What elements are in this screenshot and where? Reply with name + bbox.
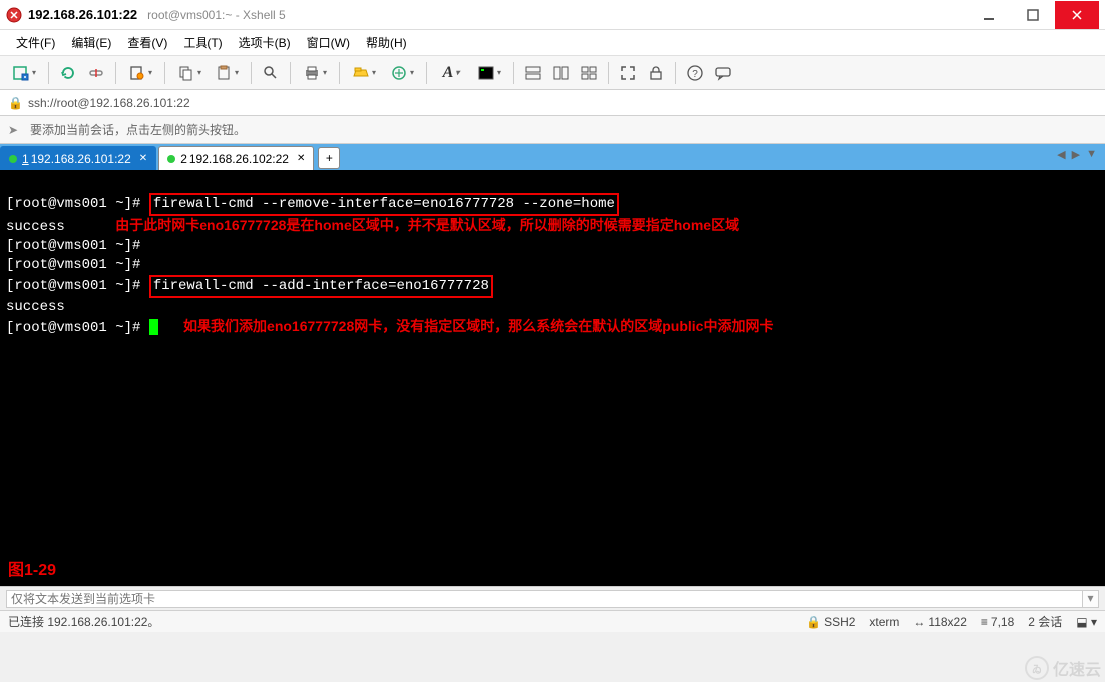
copy-button[interactable]: ▾ (171, 60, 207, 86)
address-bar[interactable]: 🔒 ssh://root@192.168.26.101:22 (0, 90, 1105, 116)
watermark-text: 亿速云 (1053, 656, 1101, 680)
menu-bar: 文件(F) 编辑(E) 查看(V) 工具(T) 选项卡(B) 窗口(W) 帮助(… (0, 30, 1105, 56)
tab-close-icon[interactable]: ✕ (297, 153, 305, 164)
command-highlight-box: firewall-cmd --remove-interface=eno16777… (149, 193, 619, 216)
print-button[interactable]: ▾ (297, 60, 333, 86)
script-button[interactable]: ▾ (384, 60, 420, 86)
color-scheme-button[interactable]: ▾ (471, 60, 507, 86)
prompt: [root@vms001 ~]# (6, 320, 140, 336)
tab-next-icon[interactable]: ▶ (1070, 148, 1082, 161)
watermark-icon: ゐ (1025, 656, 1049, 680)
status-dot-icon (167, 155, 175, 163)
toolbar-separator (251, 62, 252, 84)
lock-button[interactable] (643, 60, 669, 86)
session-tab-1[interactable]: 1 192.168.26.101:22 ✕ (0, 146, 156, 170)
reconnect-button[interactable] (55, 60, 81, 86)
maximize-button[interactable] (1011, 1, 1055, 29)
send-bar: ▾ (0, 586, 1105, 610)
tab-close-icon[interactable]: ✕ (139, 153, 147, 164)
properties-button[interactable]: ▾ (122, 60, 158, 86)
prompt: [root@vms001 ~]# (6, 278, 140, 294)
terminal-pane[interactable]: [root@vms001 ~]# firewall-cmd --remove-i… (0, 170, 1105, 586)
toolbar-separator (290, 62, 291, 84)
tab-bar: 1 192.168.26.101:22 ✕ 2 192.168.26.102:2… (0, 144, 1105, 170)
tab-list-icon[interactable]: ▼ (1084, 148, 1099, 161)
tab-number: 2 (180, 152, 187, 166)
menu-file[interactable]: 文件(F) (8, 34, 63, 51)
menu-help[interactable]: 帮助(H) (358, 34, 415, 51)
title-app: root@vms001:~ - Xshell 5 (147, 8, 286, 22)
status-cursor-pos: ≡7,18 (981, 615, 1014, 629)
status-size: ↔118x22 (913, 615, 966, 629)
status-dot-icon (9, 155, 17, 163)
address-url: ssh://root@192.168.26.101:22 (28, 96, 190, 110)
tile-vertical-button[interactable] (548, 60, 574, 86)
annotation-text: 如果我们添加eno16777728网卡，没有指定区域时，那么系统会在默认的区域p… (183, 318, 773, 334)
status-sessions: 2 会话 (1028, 613, 1062, 630)
feedback-button[interactable] (710, 60, 736, 86)
status-extra[interactable]: ⬓ ▾ (1076, 615, 1097, 629)
add-session-arrow-button[interactable]: ➤ (8, 123, 24, 137)
watermark: ゐ 亿速云 (1025, 656, 1101, 680)
add-tab-button[interactable]: + (318, 147, 340, 169)
tab-label: 192.168.26.102:22 (189, 152, 289, 166)
prompt: [root@vms001 ~]# (6, 257, 140, 273)
tab-prev-icon[interactable]: ◀ (1055, 148, 1067, 161)
tab-number: 1 (22, 152, 29, 166)
svg-text:?: ? (692, 69, 698, 80)
window-titlebar: 192.168.26.101:22 root@vms001:~ - Xshell… (0, 0, 1105, 30)
toolbar-separator (115, 62, 116, 84)
toolbar-separator (675, 62, 676, 84)
lock-icon: 🔒 (8, 96, 22, 110)
toolbar: ▾ ▾ ▾ ▾ ▾ ▾ ▾ A▾ ▾ ? (0, 56, 1105, 90)
terminal-output: success (6, 299, 65, 315)
position-icon: ≡ (981, 615, 988, 629)
session-tab-2[interactable]: 2 192.168.26.102:22 ✕ (158, 146, 314, 170)
app-icon (6, 7, 22, 23)
info-bar: ➤ 要添加当前会话，点击左侧的箭头按钮。 (0, 116, 1105, 144)
tile-horizontal-button[interactable] (520, 60, 546, 86)
send-input[interactable] (6, 590, 1083, 608)
terminal-output: success (6, 219, 65, 235)
tile-grid-button[interactable] (576, 60, 602, 86)
menu-window[interactable]: 窗口(W) (299, 34, 358, 51)
menu-view[interactable]: 查看(V) (119, 34, 175, 51)
paste-button[interactable]: ▾ (209, 60, 245, 86)
close-button[interactable] (1055, 1, 1099, 29)
tab-nav: ◀ ▶ ▼ (1055, 148, 1099, 161)
font-button[interactable]: A▾ (433, 60, 469, 86)
toolbar-separator (48, 62, 49, 84)
figure-label: 图1-29 (8, 561, 56, 580)
disconnect-button[interactable] (83, 60, 109, 86)
lock-icon: 🔒 (806, 615, 821, 629)
prompt: [root@vms001 ~]# (6, 196, 140, 212)
title-ip: 192.168.26.101:22 (28, 7, 137, 22)
minimize-button[interactable] (967, 1, 1011, 29)
info-text: 要添加当前会话，点击左侧的箭头按钮。 (30, 121, 246, 138)
cursor-icon (149, 319, 158, 335)
prompt: [root@vms001 ~]# (6, 238, 140, 254)
toolbar-separator (426, 62, 427, 84)
menu-tools[interactable]: 工具(T) (175, 34, 230, 51)
menu-edit[interactable]: 编辑(E) (63, 34, 119, 51)
status-connection: 已连接 192.168.26.101:22。 (8, 613, 806, 630)
new-session-button[interactable]: ▾ (6, 60, 42, 86)
command-highlight-box: firewall-cmd --add-interface=eno16777728 (149, 275, 493, 298)
send-mode-dropdown[interactable]: ▾ (1083, 590, 1099, 608)
toolbar-separator (513, 62, 514, 84)
help-button[interactable]: ? (682, 60, 708, 86)
toolbar-separator (339, 62, 340, 84)
tab-label: 192.168.26.101:22 (31, 152, 131, 166)
status-term: xterm (869, 615, 899, 629)
status-bar: 已连接 192.168.26.101:22。 🔒SSH2 xterm ↔118x… (0, 610, 1105, 632)
toolbar-separator (164, 62, 165, 84)
xftp-button[interactable]: ▾ (346, 60, 382, 86)
resize-icon: ↔ (913, 615, 925, 629)
find-button[interactable] (258, 60, 284, 86)
annotation-text: 由于此时网卡eno16777728是在home区域中，并不是默认区域，所以删除的… (115, 217, 739, 233)
menu-tab[interactable]: 选项卡(B) (231, 34, 299, 51)
status-protocol: 🔒SSH2 (806, 615, 855, 629)
toolbar-separator (608, 62, 609, 84)
fullscreen-button[interactable] (615, 60, 641, 86)
